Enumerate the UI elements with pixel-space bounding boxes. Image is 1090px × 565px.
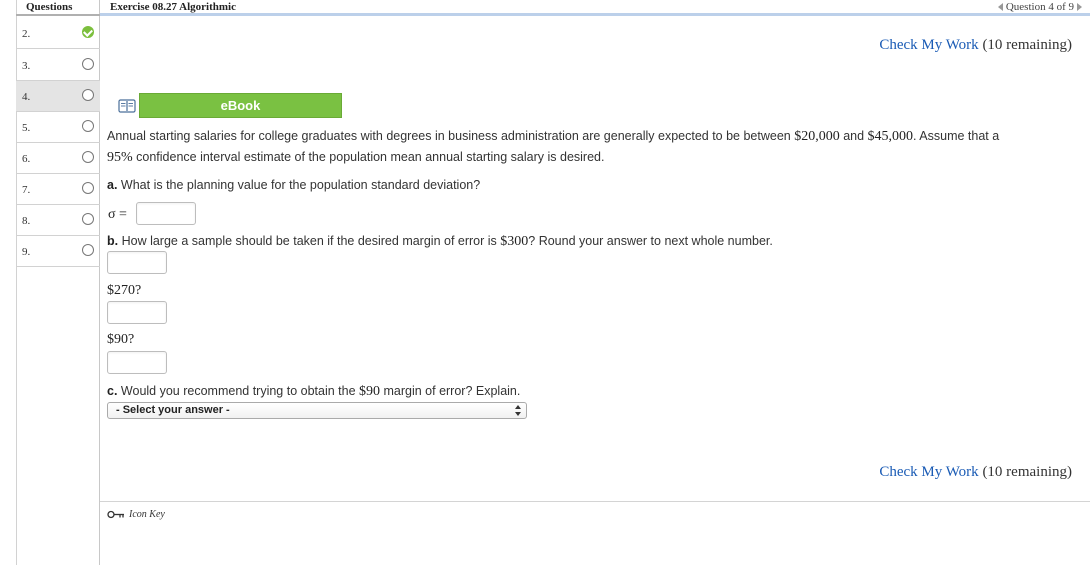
intro-text: . Assume that a	[913, 129, 1000, 143]
sidebar-item-q6[interactable]: 6.	[16, 143, 100, 174]
salary-low: $20,000	[794, 129, 840, 144]
margin-300: $300	[500, 234, 529, 249]
question-number: 8.	[22, 215, 31, 227]
completed-check-icon	[82, 26, 94, 38]
ebook-label: eBook	[139, 93, 342, 118]
incomplete-circle-icon	[82, 182, 94, 194]
incomplete-circle-icon	[82, 120, 94, 132]
part-a-text: What is the planning value for the popul…	[120, 178, 481, 192]
sigma-input[interactable]	[136, 202, 196, 225]
previous-question-icon[interactable]	[997, 3, 1003, 11]
part-c-label: c.	[107, 384, 118, 398]
question-number: 3.	[22, 60, 31, 72]
check-my-work-top: Check My Work (10 remaining)	[879, 37, 1072, 54]
question-number: 9.	[22, 246, 31, 258]
sigma-label: σ =	[108, 207, 127, 222]
salary-high: $45,000	[867, 129, 914, 144]
exercise-header: Exercise 08.27 Algorithmic Question 4 of…	[100, 0, 1090, 16]
intro-text: confidence interval estimate of the popu…	[132, 150, 605, 164]
part-c-question: c. Would you recommend trying to obtain …	[107, 384, 520, 400]
incomplete-circle-icon	[82, 58, 94, 70]
footer-divider	[100, 501, 1090, 502]
sidebar-item-q8[interactable]: 8.	[16, 205, 100, 236]
sidebar-item-q9[interactable]: 9.	[16, 236, 100, 267]
next-question-icon[interactable]	[1077, 3, 1082, 11]
ebook-button[interactable]: eBook	[115, 93, 342, 118]
part-b-label: b.	[107, 234, 119, 248]
question-number: 6.	[22, 153, 31, 165]
question-position: Question 4 of 9	[1005, 1, 1074, 13]
sidebar-item-q5[interactable]: 5.	[16, 112, 100, 143]
problem-intro-line-2: 95% confidence interval estimate of the …	[107, 150, 604, 166]
sidebar-item-q3[interactable]: 3.	[16, 50, 100, 81]
question-number: 4.	[22, 91, 31, 103]
question-navigator: Question 4 of 9	[997, 1, 1082, 13]
book-icon	[115, 93, 139, 118]
margin-270-label: $270?	[107, 283, 142, 298]
incomplete-circle-icon	[82, 151, 94, 163]
part-c-text: Would you recommend trying to obtain the	[120, 384, 360, 398]
intro-text: Annual starting salaries for college gra…	[107, 129, 795, 143]
margin-90-label: $90?	[107, 332, 135, 347]
part-b-text: How large a sample should be taken if th…	[121, 234, 501, 248]
attempts-remaining: (10 remaining)	[982, 464, 1072, 480]
exercise-title: Exercise 08.27 Algorithmic	[110, 1, 236, 13]
sidebar-header: Questions	[16, 0, 100, 16]
attempts-remaining: (10 remaining)	[982, 37, 1072, 53]
margin-90: $90	[359, 384, 381, 399]
incomplete-circle-icon	[82, 213, 94, 225]
confidence-level: 95%	[107, 150, 133, 165]
incomplete-circle-icon	[82, 89, 94, 101]
sample-size-300-input[interactable]	[107, 251, 167, 274]
part-a-question: a. What is the planning value for the po…	[107, 178, 480, 192]
questions-sidebar: Questions 2. 3. 4. 5. 6. 7. 8. 9.	[0, 0, 100, 565]
question-number: 2.	[22, 28, 31, 40]
intro-text: and	[839, 129, 868, 143]
check-my-work-bottom: Check My Work (10 remaining)	[879, 464, 1072, 481]
part-a-label: a.	[107, 178, 118, 192]
sidebar-item-q7[interactable]: 7.	[16, 174, 100, 205]
sample-size-90-input[interactable]	[107, 351, 167, 374]
answer-select[interactable]: - Select your answer -	[107, 402, 527, 419]
sidebar-item-q4[interactable]: 4.	[16, 81, 100, 112]
question-number: 7.	[22, 184, 31, 196]
icon-key[interactable]: Icon Key	[107, 509, 165, 520]
part-c-text: margin of error? Explain.	[380, 384, 521, 398]
check-my-work-link[interactable]: Check My Work	[879, 37, 978, 53]
select-value: - Select your answer -	[116, 404, 230, 416]
sidebar-item-q2[interactable]: 2.	[16, 18, 100, 49]
check-my-work-link[interactable]: Check My Work	[879, 464, 978, 480]
sample-size-270-input[interactable]	[107, 301, 167, 324]
select-arrows-icon	[515, 405, 521, 416]
incomplete-circle-icon	[82, 244, 94, 256]
question-number: 5.	[22, 122, 31, 134]
problem-intro-line-1: Annual starting salaries for college gra…	[107, 129, 999, 145]
part-b-question: b. How large a sample should be taken if…	[107, 234, 773, 250]
part-b-text: ? Round your answer to next whole number…	[528, 234, 773, 248]
key-icon	[107, 510, 124, 519]
icon-key-label: Icon Key	[129, 509, 165, 520]
